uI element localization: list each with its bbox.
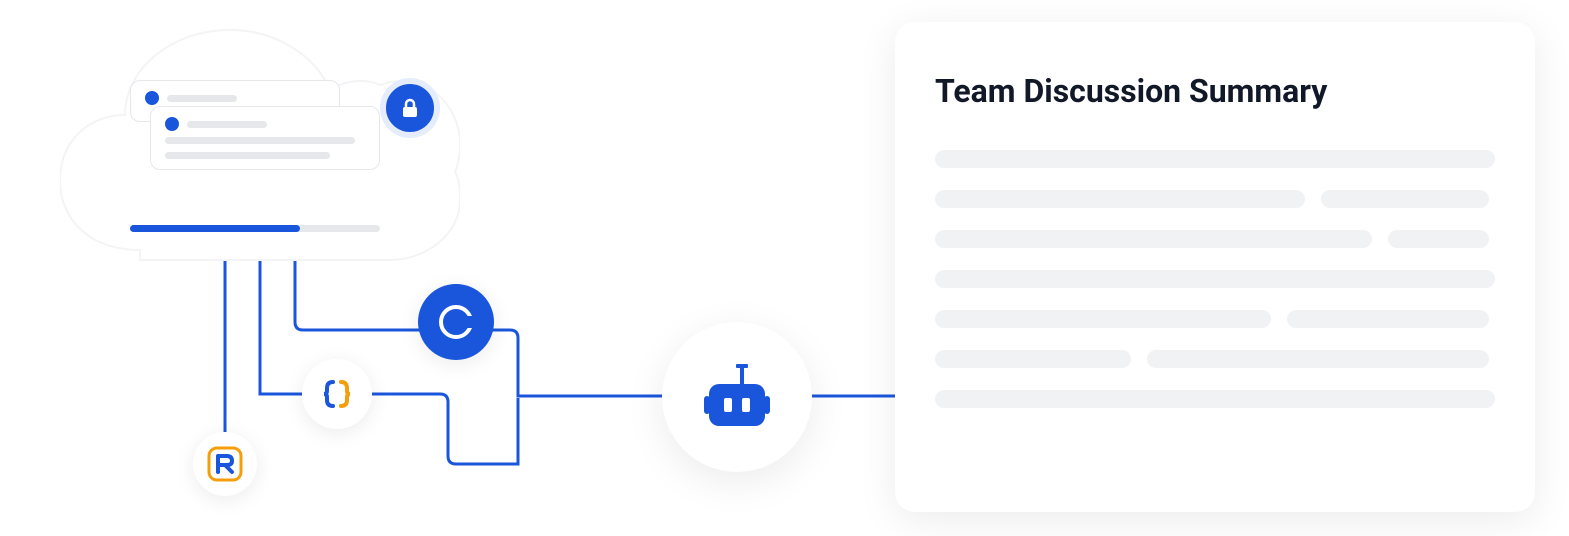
text-placeholder [935,270,1495,288]
text-placeholder [935,390,1495,408]
avatar-icon [145,91,159,105]
summary-card: Team Discussion Summary [895,22,1535,512]
text-placeholder [165,152,330,159]
text-placeholder [1287,310,1489,328]
message-card [150,106,380,170]
avatar-icon [165,117,179,131]
progress-fill [130,225,300,232]
lock-icon [380,78,440,138]
node-braces [302,359,372,429]
robot-node [662,322,812,472]
c-icon [436,302,476,342]
text-placeholder [935,150,1495,168]
text-placeholder [165,137,355,144]
braces-icon [320,377,354,411]
text-placeholder [935,230,1372,248]
text-placeholder [935,310,1271,328]
progress-bar [130,225,380,232]
text-placeholder [187,121,267,128]
node-c [418,284,494,360]
text-placeholder [1388,230,1489,248]
text-placeholder [1321,190,1489,208]
text-placeholder [1147,350,1489,368]
summary-title: Team Discussion Summary [935,72,1495,110]
text-placeholder [935,190,1305,208]
robot-icon [694,354,780,440]
summary-content [935,150,1495,408]
text-placeholder [167,95,237,102]
node-r [193,432,257,496]
text-placeholder [935,350,1131,368]
r-icon [205,444,245,484]
